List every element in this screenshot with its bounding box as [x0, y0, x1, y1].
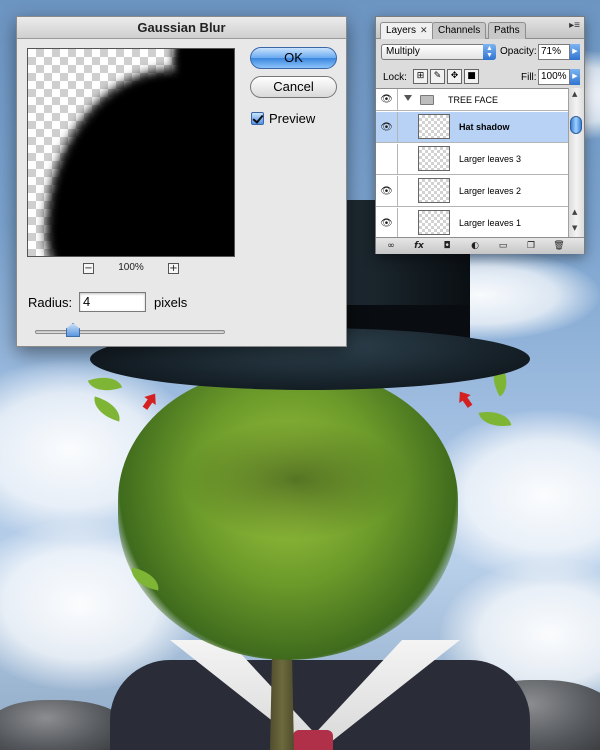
- lock-label: Lock:: [383, 72, 407, 83]
- layer-row-larger-leaves-2[interactable]: 👁 Larger leaves 2: [376, 176, 568, 207]
- zoom-level: 100%: [118, 262, 144, 273]
- red-arrow-right: [454, 388, 476, 411]
- fx-icon[interactable]: fx: [412, 240, 426, 252]
- layers-list: 👁 TREE FACE 👁 Hat shadow Larger leaves 3…: [376, 88, 568, 237]
- lock-position-icon[interactable]: ✥: [447, 69, 462, 84]
- radius-slider-track[interactable]: [35, 330, 225, 334]
- layer-name: Hat shadow: [459, 122, 510, 132]
- tab-layers[interactable]: Layers ✕: [380, 22, 434, 39]
- radius-input[interactable]: 4: [79, 292, 146, 312]
- panel-bottom-toolbar: ∞ fx ◘ ◐ ▭ ❐ 🗑: [376, 237, 584, 254]
- opacity-label: Opacity:: [500, 46, 537, 57]
- zoom-in-button[interactable]: +: [168, 263, 179, 274]
- scrollbar-thumb[interactable]: [570, 116, 582, 134]
- eye-icon[interactable]: 👁: [376, 176, 398, 206]
- layer-row-larger-leaves-1[interactable]: 👁 Larger leaves 1: [376, 208, 568, 237]
- layer-thumbnail: [418, 146, 450, 171]
- new-layer-icon[interactable]: ❐: [524, 240, 538, 252]
- layer-name: Larger leaves 2: [459, 186, 522, 196]
- panel-tab-bar: Layers ✕ Channels Paths ▸≡: [376, 17, 584, 39]
- disclosure-triangle-icon[interactable]: [404, 95, 412, 101]
- zoom-controls: − 100% +: [27, 262, 235, 277]
- foliage-shadow: [180, 420, 410, 540]
- eye-icon[interactable]: 👁: [376, 89, 398, 110]
- tab-layers-label: Layers: [386, 25, 417, 36]
- dialog-title: Gaussian Blur: [17, 17, 346, 39]
- adjustment-icon[interactable]: ◐: [468, 240, 482, 252]
- folder-icon[interactable]: ▭: [496, 240, 510, 252]
- fill-arrow-icon[interactable]: ▶: [570, 69, 580, 85]
- lock-transparency-icon[interactable]: ⊞: [413, 69, 428, 84]
- blend-mode-value: Multiply: [386, 46, 420, 57]
- preview-checkbox[interactable]: [251, 112, 264, 125]
- blur-preview[interactable]: [27, 48, 235, 257]
- scroll-up-icon[interactable]: ▲: [572, 90, 577, 98]
- trash-icon[interactable]: 🗑: [552, 240, 566, 252]
- gaussian-blur-dialog: Gaussian Blur − 100% + Radius: 4 pixels …: [16, 16, 347, 347]
- opacity-input[interactable]: 71%: [538, 44, 570, 60]
- lock-image-icon[interactable]: ✎: [430, 69, 445, 84]
- layer-row-larger-leaves-3[interactable]: Larger leaves 3: [376, 144, 568, 175]
- scroll-down-icon[interactable]: ▼: [572, 224, 577, 232]
- radius-label: Radius:: [28, 295, 73, 310]
- fill-label: Fill:: [521, 72, 537, 83]
- tab-channels[interactable]: Channels: [432, 22, 487, 39]
- eye-icon[interactable]: [376, 144, 398, 174]
- close-icon[interactable]: ✕: [420, 25, 428, 35]
- necktie: [293, 730, 333, 750]
- fill-input[interactable]: 100%: [538, 69, 570, 85]
- cancel-button[interactable]: Cancel: [250, 76, 337, 98]
- opacity-arrow-icon[interactable]: ▶: [570, 44, 580, 60]
- folder-icon: [420, 95, 434, 105]
- layer-name: Larger leaves 1: [459, 218, 522, 228]
- layer-row-hat-shadow[interactable]: 👁 Hat shadow: [376, 112, 568, 143]
- mask-icon[interactable]: ◘: [440, 240, 454, 252]
- radius-slider-thumb[interactable]: [66, 323, 80, 337]
- layer-thumbnail: [418, 114, 450, 139]
- layers-scrollbar[interactable]: ▲ ▲ ▼: [568, 88, 584, 237]
- layer-name: Larger leaves 3: [459, 154, 522, 164]
- eye-icon[interactable]: 👁: [376, 112, 398, 142]
- eye-icon[interactable]: 👁: [376, 208, 398, 237]
- link-icon[interactable]: ∞: [384, 240, 398, 252]
- ok-button[interactable]: OK: [250, 47, 337, 69]
- layer-thumbnail: [418, 178, 450, 203]
- panel-menu-icon[interactable]: ▸≡: [569, 20, 580, 31]
- layers-panel: Layers ✕ Channels Paths ▸≡ Multiply ▲ ▼ Op…: [375, 16, 585, 254]
- layer-thumbnail: [418, 210, 450, 235]
- updown-arrows-icon: ▲ ▼: [483, 44, 496, 60]
- blend-mode-select[interactable]: Multiply ▲ ▼: [381, 44, 496, 60]
- group-name: TREE FACE: [448, 95, 499, 105]
- scroll-up-icon[interactable]: ▲: [572, 208, 577, 216]
- radius-unit-label: pixels: [154, 295, 188, 310]
- layer-group-row[interactable]: 👁 TREE FACE: [376, 89, 568, 111]
- preview-label[interactable]: Preview: [269, 111, 315, 126]
- tab-paths[interactable]: Paths: [488, 22, 526, 39]
- lock-all-icon[interactable]: ■: [464, 69, 479, 84]
